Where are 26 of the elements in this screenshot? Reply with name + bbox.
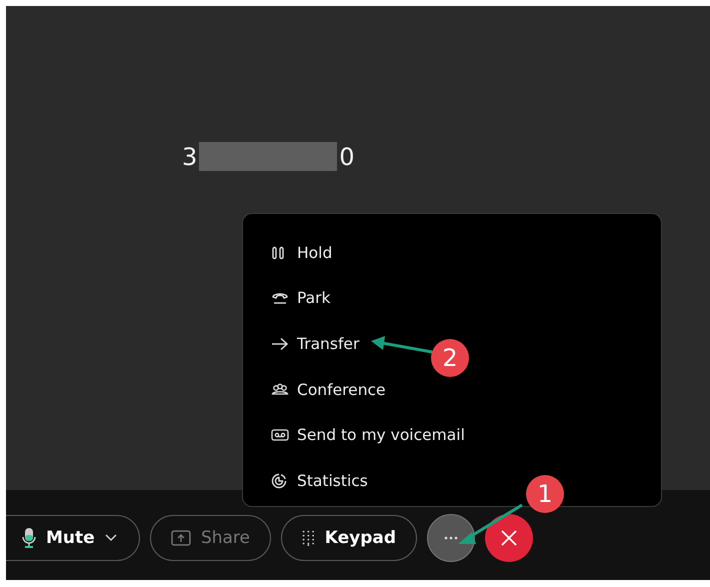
close-icon [501,530,517,546]
menu-item[interactable]: Park [271,276,338,322]
end-call-button[interactable] [485,514,533,562]
pie-chart-icon [271,472,287,489]
phone-number-start: 3 [182,142,198,170]
pause-icon [271,246,285,260]
menu-item[interactable]: Send to my voicemail [271,412,473,458]
menu-item[interactable]: Conference [271,366,394,412]
voicemail-icon [271,428,289,442]
people-icon [271,382,289,397]
menu-item[interactable]: Statistics [271,458,376,504]
menu-item[interactable]: Hold [271,230,340,276]
chevron-down-icon [104,534,117,542]
phone-handset-icon [271,291,289,306]
mute-button[interactable]: Mute [6,515,140,561]
menu-item[interactable]: Transfer [271,321,368,367]
callout-arrow [371,336,432,354]
microphone-icon [22,527,36,549]
keypad-button[interactable]: Keypad [281,515,417,561]
arrow-icon [271,336,289,351]
more-options-button[interactable] [427,514,475,562]
phone-number-end: 0 [339,142,355,170]
callout-arrow [458,504,523,544]
upload-screen-icon [171,530,191,546]
dial-pad-icon [302,528,315,548]
ellipsis-icon [444,536,458,540]
